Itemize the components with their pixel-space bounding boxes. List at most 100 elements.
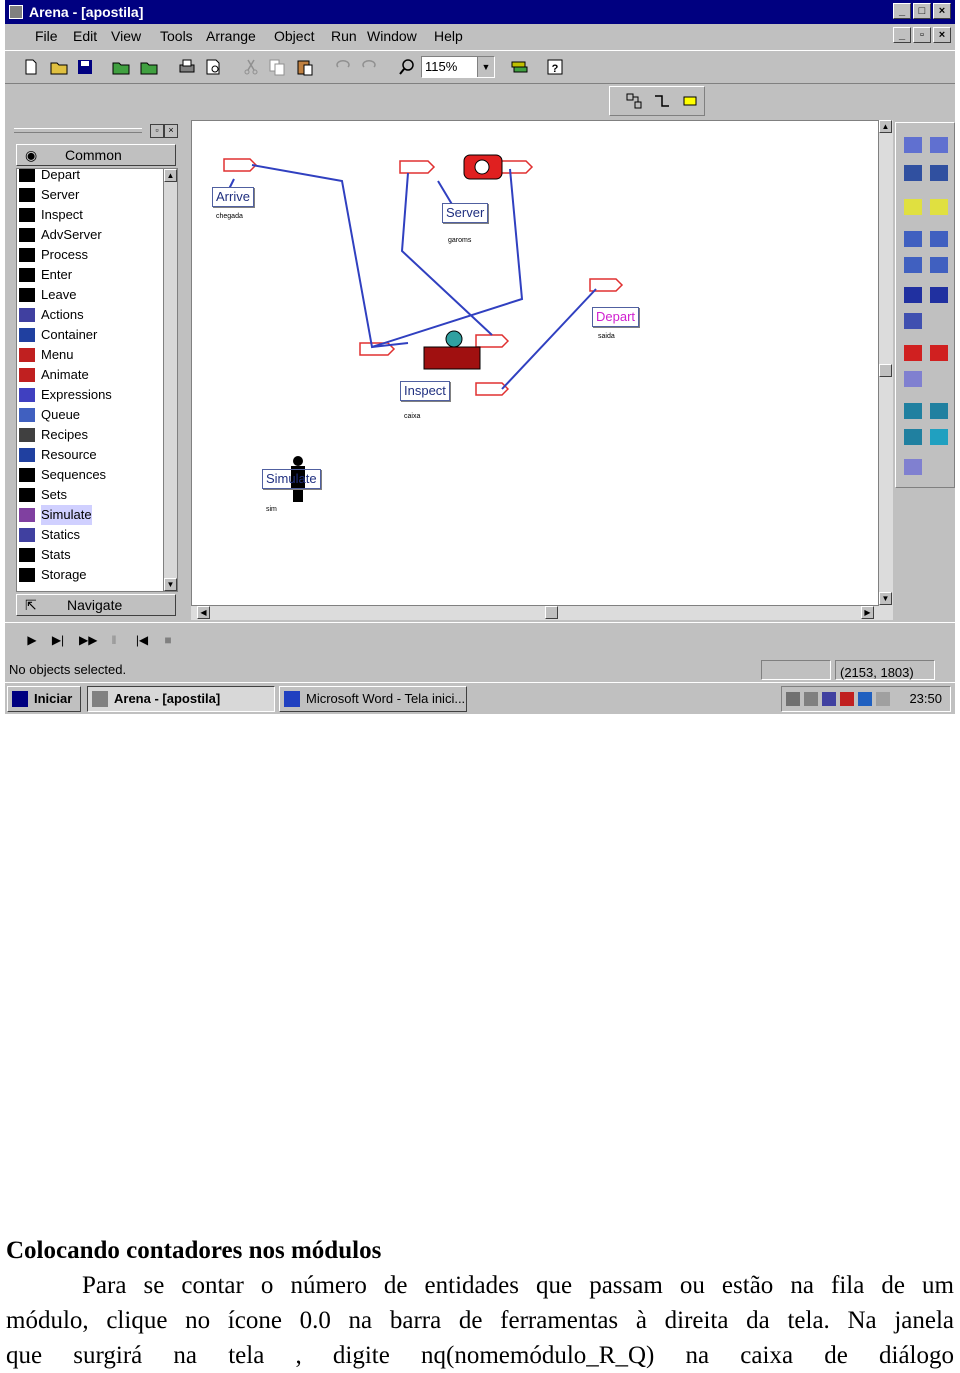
doc-close-button[interactable]: × <box>933 27 951 43</box>
task-word[interactable]: Microsoft Word - Tela inici... <box>279 686 467 712</box>
close-button[interactable]: × <box>933 3 951 19</box>
module-leave-icon <box>19 288 35 302</box>
panel-close-button[interactable]: × <box>164 124 178 138</box>
tray-app-icon[interactable] <box>876 692 890 706</box>
print-icon[interactable] <box>177 57 197 77</box>
new-icon[interactable] <box>21 57 41 77</box>
redo-icon[interactable] <box>359 57 379 77</box>
menu-run[interactable]: Run <box>331 24 357 48</box>
canvas-scroll-thumb[interactable] <box>879 364 892 377</box>
paste-icon[interactable] <box>295 57 315 77</box>
common-label: Common <box>65 147 122 163</box>
menu-help[interactable]: Help <box>434 24 463 48</box>
globe-icon[interactable] <box>858 692 872 706</box>
menu-view[interactable]: View <box>111 24 141 48</box>
clock-icon[interactable] <box>930 199 948 215</box>
canvas-scroll-up-icon[interactable]: ▲ <box>879 120 892 133</box>
depart-module[interactable]: Depart <box>592 307 640 327</box>
search-icon[interactable] <box>822 692 836 706</box>
zoom-icon[interactable] <box>397 57 417 77</box>
plot-icon[interactable] <box>904 137 922 153</box>
inspect-module[interactable]: Inspect <box>400 381 450 401</box>
speaker-icon[interactable] <box>786 692 800 706</box>
canvas-scroll-right-icon[interactable]: ▶ <box>861 606 874 619</box>
play-icon[interactable]: ▶ <box>25 633 39 647</box>
pie-icon[interactable] <box>930 287 948 303</box>
conveyor-icon[interactable] <box>904 429 922 445</box>
chart-icon[interactable] <box>930 345 948 361</box>
canvas-scroll-left-icon[interactable]: ◀ <box>197 606 210 619</box>
connect-icon[interactable] <box>624 91 644 111</box>
menu-file[interactable]: File <box>35 24 58 48</box>
doc-restore-button[interactable]: ▫ <box>913 27 931 43</box>
segment-icon[interactable] <box>904 403 922 419</box>
panel-restore-button[interactable]: ▫ <box>150 124 164 138</box>
entity-picture-icon[interactable] <box>904 345 922 361</box>
start-button[interactable]: Iniciar <box>7 686 81 712</box>
layers-icon[interactable] <box>509 57 529 77</box>
run-toolbar: ▶ ▶| ▶▶ ‖ |◀ ■ <box>5 622 955 659</box>
fast-forward-icon[interactable]: ▶▶ <box>79 633 97 647</box>
template-detach-icon[interactable] <box>139 57 159 77</box>
template-item-label: AdvServer <box>41 227 102 242</box>
scroll-down-icon[interactable]: ▼ <box>164 578 177 591</box>
distance-icon[interactable] <box>904 459 922 475</box>
stop-icon[interactable]: ■ <box>161 633 175 647</box>
maximize-button[interactable]: □ <box>913 3 931 19</box>
step-icon[interactable]: ▶| <box>51 633 65 647</box>
resource-icon[interactable] <box>904 257 922 273</box>
cut-icon[interactable] <box>241 57 261 77</box>
save-icon[interactable] <box>75 57 95 77</box>
counter-icon[interactable] <box>904 199 922 215</box>
copy-icon[interactable] <box>267 57 287 77</box>
template-list-scrollbar[interactable]: ▲ ▼ <box>163 169 177 591</box>
storage-icon[interactable] <box>930 231 948 247</box>
level-icon[interactable] <box>904 165 922 181</box>
navigate-panel-header[interactable]: ⇱ Navigate <box>16 594 176 616</box>
menu-arrange[interactable]: Arrange <box>206 24 256 48</box>
model-canvas[interactable]: Arrive chegada Server garoms Depart said… <box>191 120 879 606</box>
menu-object[interactable]: Object <box>274 24 314 48</box>
menu-edit[interactable]: Edit <box>73 24 97 48</box>
link-icon[interactable] <box>652 91 672 111</box>
variable-icon[interactable] <box>930 165 948 181</box>
station-marker-icon[interactable] <box>904 313 922 329</box>
canvas-hscroll-thumb[interactable] <box>545 606 558 619</box>
help-icon[interactable]: ? <box>545 57 565 77</box>
menu-tools[interactable]: Tools <box>160 24 193 48</box>
canvas-scroll-down-icon[interactable]: ▼ <box>879 592 892 605</box>
transporter-icon[interactable] <box>930 403 948 419</box>
start-icon[interactable]: |◀ <box>135 633 149 647</box>
menu-window[interactable]: Window <box>367 24 417 48</box>
chevron-down-icon[interactable]: ▼ <box>477 57 494 77</box>
task-arena-label: Arena - [apostila] <box>114 691 221 706</box>
pause-icon[interactable]: ‖ <box>107 633 121 647</box>
open-icon[interactable] <box>49 57 69 77</box>
server-module[interactable]: Server <box>442 203 489 223</box>
template-attach-icon[interactable] <box>111 57 131 77</box>
doc-minimize-button[interactable]: _ <box>893 27 911 43</box>
print-preview-icon[interactable] <box>203 57 223 77</box>
network-icon[interactable] <box>804 692 818 706</box>
arrive-module[interactable]: Arrive <box>212 187 254 207</box>
scroll-up-icon[interactable]: ▲ <box>164 169 177 182</box>
undo-icon[interactable] <box>333 57 353 77</box>
canvas-horizontal-scrollbar[interactable]: ◀ ▶ <box>191 606 893 620</box>
station-icon[interactable] <box>680 91 700 111</box>
bar-icon[interactable] <box>904 371 922 387</box>
route-icon[interactable] <box>904 287 922 303</box>
module-advserver-icon <box>19 228 35 242</box>
shield-icon[interactable] <box>840 692 854 706</box>
common-panel-header[interactable]: ◉ Common <box>16 144 176 166</box>
template-item-label: Process <box>41 247 88 262</box>
task-arena[interactable]: Arena - [apostila] <box>87 686 275 712</box>
intersection-icon[interactable] <box>930 429 948 445</box>
global-icon[interactable] <box>930 257 948 273</box>
simulate-module[interactable]: Simulate <box>262 469 321 489</box>
server-label: Server <box>446 205 485 220</box>
zoom-select[interactable]: 115% ▼ <box>421 56 495 78</box>
queue-icon[interactable] <box>904 231 922 247</box>
minimize-button[interactable]: _ <box>893 3 911 19</box>
canvas-vertical-scrollbar[interactable]: ▲ ▼ <box>879 120 893 606</box>
histogram-icon[interactable] <box>930 137 948 153</box>
